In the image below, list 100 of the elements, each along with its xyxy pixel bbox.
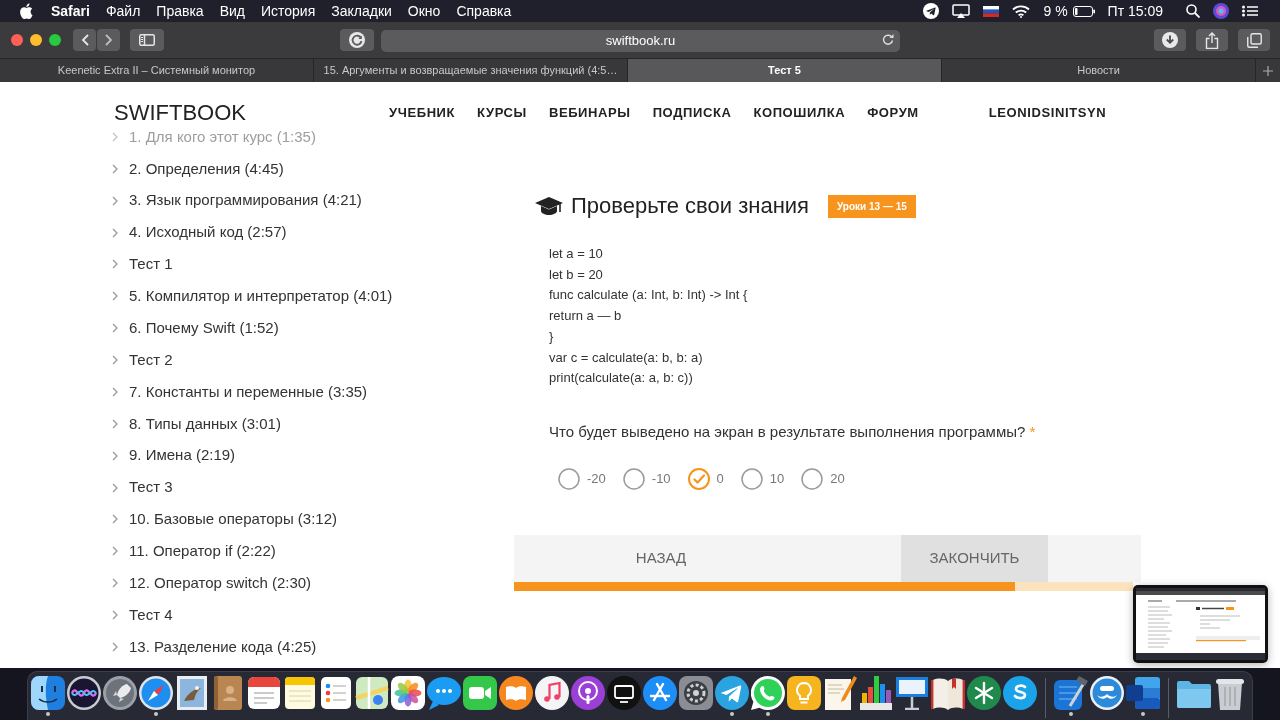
menu-item[interactable]: Файл — [97, 0, 149, 22]
lesson-link[interactable]: 7. Константы и переменные (3:35) — [129, 380, 368, 404]
browser-tab[interactable]: Тест 5 — [628, 59, 942, 82]
stamp-icon[interactable] — [175, 676, 209, 710]
lesson-link[interactable]: Тест 1 — [129, 253, 173, 276]
nav-link[interactable]: КУРСЫ — [477, 102, 527, 124]
lesson-link[interactable]: Тест 3 — [129, 476, 173, 499]
forward-button[interactable] — [97, 29, 120, 51]
asterisk-circle-icon[interactable] — [967, 676, 1001, 710]
phone-bubble-icon[interactable] — [751, 676, 785, 710]
lesson-link[interactable]: Тест 4 — [129, 603, 173, 627]
lesson-link[interactable]: 5. Компилятор и интерпретатор (4:01) — [129, 285, 393, 308]
calendar-icon[interactable] — [247, 676, 281, 710]
nav-link[interactable]: КОПОШИЛКА — [753, 102, 846, 124]
menu-item[interactable]: Правка — [148, 0, 212, 22]
finder-face-icon[interactable] — [31, 676, 65, 710]
wifi-icon[interactable] — [1012, 4, 1031, 18]
flower-icon[interactable] — [391, 676, 425, 710]
reload-icon[interactable] — [882, 33, 894, 45]
paper-plane-icon[interactable] — [923, 3, 940, 19]
menu-item[interactable]: Закладки — [323, 0, 400, 22]
back-button[interactable] — [73, 29, 96, 51]
code-line: print(calculate(a: a, b: c)) — [549, 369, 693, 388]
checklist-icon[interactable] — [319, 676, 353, 710]
close-button[interactable] — [11, 34, 23, 46]
trash-icon[interactable] — [1213, 676, 1247, 710]
app-menu[interactable]: Safari — [43, 0, 98, 22]
lesson-link[interactable]: 4. Исходный код (2:57) — [129, 221, 287, 244]
nav-link[interactable]: ПОДПИСКА — [652, 102, 732, 124]
bar-chart-icon[interactable] — [859, 676, 893, 710]
nav-link[interactable]: ВЕБИНАРЫ — [548, 102, 631, 124]
search-icon[interactable] — [1186, 4, 1200, 18]
menu-item[interactable]: Справка — [448, 0, 520, 22]
map-icon[interactable] — [355, 676, 389, 710]
radio-button[interactable] — [622, 467, 645, 490]
swirl-circle-icon[interactable] — [1003, 676, 1037, 710]
finish-button[interactable]: ЗАКОНЧИТЬ — [901, 534, 1048, 582]
radio-button[interactable] — [801, 467, 824, 490]
radio-button[interactable] — [687, 467, 710, 490]
lesson-link[interactable]: 3. Язык программирования (4:21) — [129, 189, 362, 212]
podcast-icon[interactable] — [571, 676, 605, 710]
menu-list-icon[interactable] — [1242, 5, 1258, 17]
battery-icon[interactable] — [1072, 5, 1095, 17]
mustache-face-icon[interactable] — [1090, 676, 1124, 710]
document-stack-icon[interactable] — [1126, 676, 1160, 710]
video-camera-icon[interactable] — [463, 676, 497, 710]
lightbulb-icon[interactable] — [787, 676, 821, 710]
lesson-link[interactable]: 2. Определения (4:45) — [129, 157, 284, 181]
sidebar-button[interactable] — [130, 29, 164, 51]
lesson-link[interactable]: 10. Базовые операторы (3:12) — [129, 508, 338, 531]
address-book-icon[interactable] — [211, 676, 245, 710]
download-button[interactable] — [1154, 29, 1186, 51]
gear-icon[interactable] — [679, 676, 713, 710]
compass-icon[interactable] — [139, 676, 173, 710]
lesson-link[interactable]: 9. Имена (2:19) — [129, 444, 236, 467]
lesson-link[interactable]: Тест 2 — [129, 348, 173, 372]
menu-item[interactable]: Вид — [211, 0, 253, 22]
chevron-right-icon — [112, 259, 118, 270]
flag-icon[interactable] — [983, 5, 1000, 17]
lesson-link[interactable]: 13. Разделение кода (4:25) — [129, 635, 317, 659]
minimize-button[interactable] — [30, 34, 42, 46]
menu-item[interactable]: История — [252, 0, 324, 22]
screenshot-thumbnail[interactable] — [1133, 585, 1268, 663]
lesson-link[interactable]: 11. Оператор if (2:22) — [129, 540, 276, 563]
display-icon[interactable] — [952, 4, 971, 18]
menu-item[interactable]: Окно — [399, 0, 449, 22]
share-button[interactable] — [1196, 29, 1228, 51]
extension-button[interactable] — [340, 29, 374, 51]
hammer-blueprint-icon[interactable] — [1054, 676, 1088, 710]
address-field[interactable]: swiftbook.ru — [381, 29, 900, 52]
radio-button[interactable] — [558, 467, 580, 490]
lesson-link[interactable]: 8. Типы данных (3:01) — [129, 412, 281, 436]
chevron-right-icon — [112, 450, 118, 461]
radio-button[interactable] — [740, 467, 763, 490]
orb-icon[interactable] — [1213, 3, 1229, 19]
paper-plane-icon[interactable] — [715, 676, 749, 710]
television-icon[interactable] — [607, 676, 641, 710]
open-book-icon[interactable] — [499, 676, 533, 710]
dictionary-book-icon[interactable] — [931, 676, 965, 710]
user-link[interactable]: LEONIDSINITSYN — [988, 102, 1107, 124]
chevron-right-icon — [112, 195, 118, 206]
wave-orb-icon[interactable] — [67, 676, 101, 710]
nav-link[interactable]: ФОРУМ — [867, 102, 919, 124]
apple-icon[interactable] — [20, 3, 33, 19]
tab-overview-button[interactable] — [1238, 29, 1270, 51]
zoom-button[interactable] — [49, 34, 61, 46]
lesson-link[interactable]: 6. Почему Swift (1:52) — [129, 316, 279, 340]
nav-link[interactable]: УЧЕБНИК — [389, 102, 456, 124]
chevron-right-icon — [112, 418, 118, 429]
music-note-icon[interactable] — [535, 676, 569, 710]
pen-paper-icon[interactable] — [823, 676, 857, 710]
back-button[interactable]: НАЗАД — [514, 534, 808, 582]
crossed-tools-icon[interactable] — [643, 676, 677, 710]
chat-bubble-icon[interactable] — [427, 676, 461, 710]
presentation-board-icon[interactable] — [895, 676, 929, 710]
site-logo[interactable]: SWIFTBOOK — [114, 102, 246, 124]
rocket-icon[interactable] — [103, 676, 137, 710]
lesson-link[interactable]: 12. Оператор switch (2:30) — [129, 571, 312, 595]
notepad-icon[interactable] — [283, 676, 317, 710]
clock[interactable]: Пт 15:09 — [1107, 0, 1163, 22]
